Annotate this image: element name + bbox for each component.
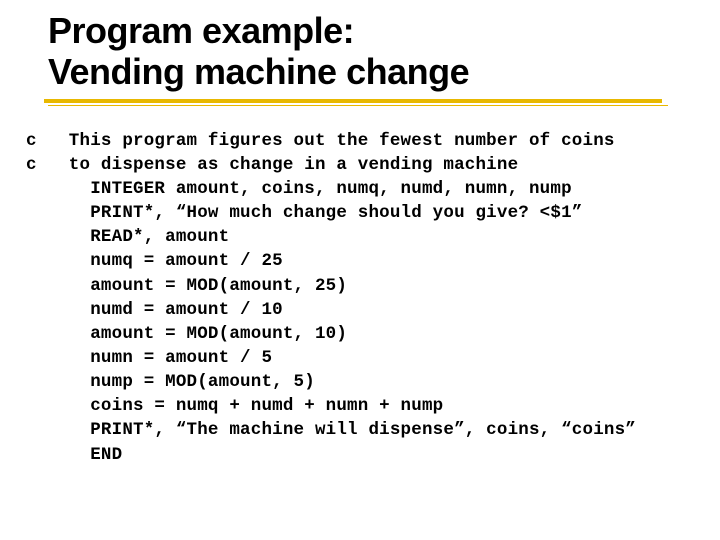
title-line-1: Program example:: [48, 10, 720, 51]
title-underline: [44, 97, 674, 111]
code-listing: c This program figures out the fewest nu…: [0, 111, 720, 467]
slide-title: Program example: Vending machine change: [0, 10, 720, 93]
underline-thin: [48, 105, 668, 107]
title-line-2: Vending machine change: [48, 51, 720, 92]
underline-thick: [44, 99, 662, 103]
